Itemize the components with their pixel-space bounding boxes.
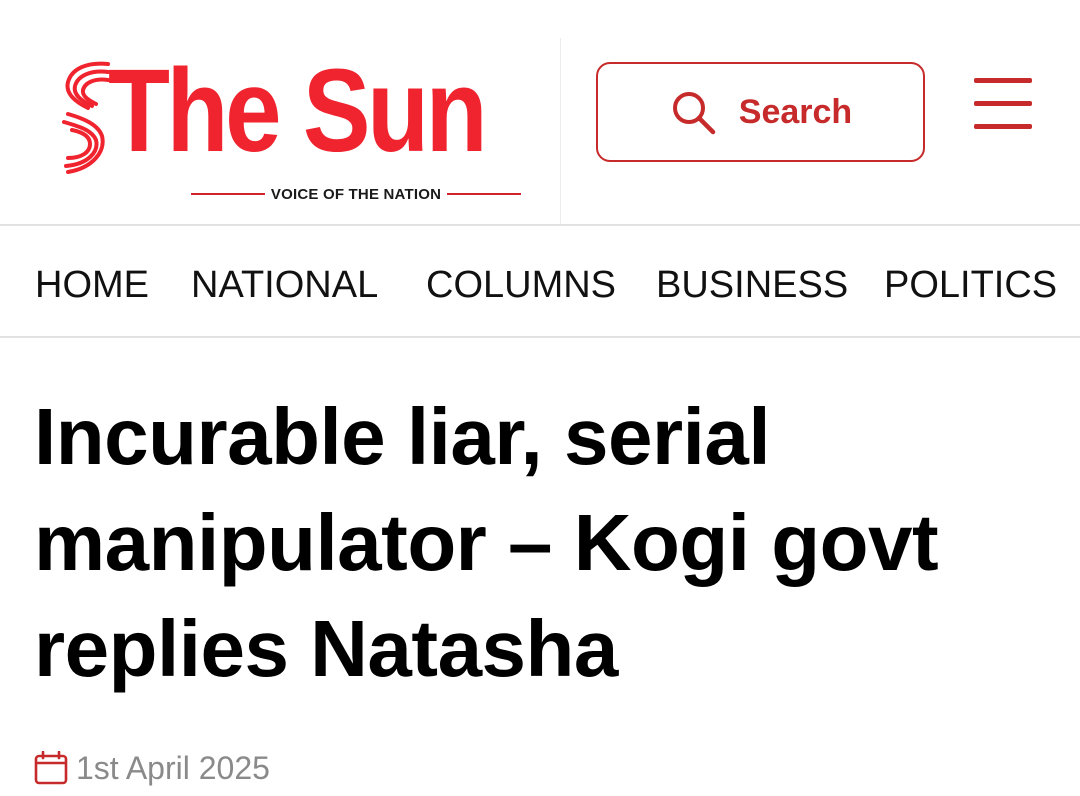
article-headline: Incurable liar, serial manipulator – Kog… — [34, 392, 939, 693]
sun-logo-mark-icon — [62, 61, 110, 174]
article-date-row: 1st April 2025 — [34, 748, 270, 788]
header-divider — [560, 38, 561, 224]
hamburger-menu-icon-bar-bottom — [974, 124, 1032, 129]
logo-tagline-row: VOICE OF THE NATION — [191, 183, 522, 205]
nav-item-home[interactable]: HOME — [35, 266, 149, 304]
site-logo[interactable]: The Sun VOICE OF THE NATION — [58, 50, 538, 210]
hamburger-menu-icon-bar-middle — [974, 101, 1032, 106]
logo-tagline: VOICE OF THE NATION — [270, 185, 442, 203]
article-date: 1st April 2025 — [76, 750, 270, 786]
hamburger-menu-icon-bar-top — [974, 78, 1032, 83]
site-header: The Sun VOICE OF THE NATION Search — [0, 0, 1080, 226]
search-label: Search — [738, 92, 853, 131]
search-icon — [672, 92, 716, 135]
logo-wordmark: The Sun — [108, 45, 488, 177]
nav-item-business[interactable]: BUSINESS — [656, 266, 848, 304]
menu-button[interactable] — [972, 78, 1034, 130]
nav-item-columns[interactable]: COLUMNS — [426, 266, 616, 304]
search-button[interactable]: Search — [596, 62, 925, 162]
nav-item-national[interactable]: NATIONAL — [191, 266, 378, 304]
nav-item-politics[interactable]: POLITICS — [884, 266, 1057, 304]
main-nav: HOME NATIONAL COLUMNS BUSINESS POLITICS — [0, 226, 1080, 338]
calendar-icon — [34, 751, 68, 785]
tagline-rule-right — [447, 193, 522, 195]
page: The Sun VOICE OF THE NATION Search HOME … — [0, 0, 1080, 796]
tagline-rule-left — [191, 193, 265, 195]
